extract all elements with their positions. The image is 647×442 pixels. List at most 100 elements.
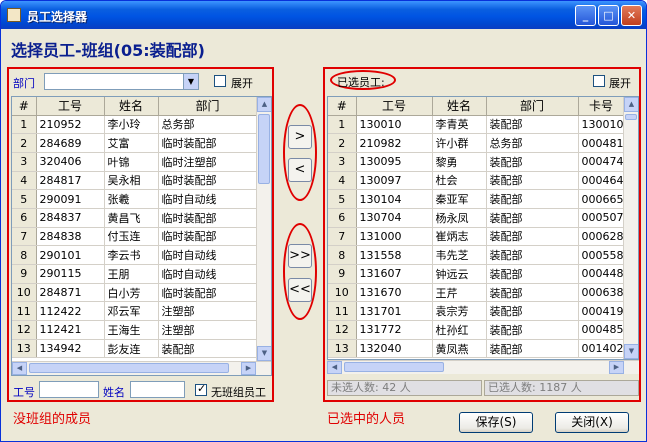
table-cell: 黎勇 <box>432 152 487 172</box>
scroll-up-icon[interactable]: ▲ <box>624 97 638 112</box>
table-cell: 130010 <box>578 115 625 135</box>
table-cell: 白小芳 <box>104 283 159 303</box>
table-cell: 130104 <box>356 189 433 209</box>
table-row[interactable]: 5 130104 秦亚军 装配部 000665 <box>328 189 625 209</box>
table-row[interactable]: 1 210952 李小玲 总务部 <box>12 115 258 135</box>
right-vertical-scrollbar[interactable]: ▲ ▼ <box>623 97 638 359</box>
table-row[interactable]: 2 284689 艾富 临时装配部 <box>12 133 258 153</box>
table-cell: 131701 <box>356 301 433 322</box>
scroll-thumb[interactable] <box>344 362 444 372</box>
row-number: 3 <box>328 152 357 172</box>
scroll-left-icon[interactable]: ◀ <box>327 361 342 374</box>
col-header[interactable]: 卡号 <box>578 97 625 116</box>
table-cell: 临时自动线 <box>158 264 258 284</box>
table-row[interactable]: 9 290115 王朋 临时自动线 <box>12 264 258 284</box>
table-row[interactable]: 4 130097 杜会 装配部 000464 <box>328 171 625 191</box>
left-horizontal-scrollbar[interactable]: ◀ ▶ <box>12 361 271 375</box>
table-row[interactable]: 4 284817 吴永相 临时装配部 <box>12 171 258 191</box>
col-header[interactable]: 部门 <box>486 97 579 116</box>
minimize-button[interactable]: _ <box>575 5 596 26</box>
table-row[interactable]: 10 284871 白小芳 临时装配部 <box>12 283 258 303</box>
col-header[interactable]: 部门 <box>158 97 258 116</box>
table-row[interactable]: 8 131558 韦先芝 装配部 000558 <box>328 245 625 265</box>
table-cell: 装配部 <box>486 152 579 172</box>
table-cell: 注塑部 <box>158 320 258 340</box>
table-cell: 总务部 <box>486 133 579 153</box>
table-row[interactable]: 5 290091 张羲 临时自动线 <box>12 189 258 209</box>
minimize-icon: _ <box>582 9 589 22</box>
table-cell: 总务部 <box>158 115 258 135</box>
table-row[interactable]: 12 131772 杜孙红 装配部 000485 <box>328 320 625 340</box>
table-row[interactable]: 12 112421 王海生 注塑部 <box>12 320 258 340</box>
remove-all-button[interactable]: << <box>288 278 312 302</box>
col-header[interactable]: 工号 <box>356 97 433 116</box>
table-row[interactable]: 6 130704 杨永凤 装配部 000507 <box>328 208 625 228</box>
table-row[interactable]: 3 130095 黎勇 装配部 000474 <box>328 152 625 172</box>
table-cell: 000628 <box>578 227 625 247</box>
table-row[interactable]: 7 284838 付玉连 临时装配部 <box>12 227 258 247</box>
row-number: 1 <box>328 115 357 135</box>
left-expand-checkbox[interactable] <box>214 75 226 87</box>
left-employee-table[interactable]: # 工号 姓名 部门 1 210952 李小玲 总务部 2 284689 艾富 临时装配部 3 3… <box>11 96 272 376</box>
row-number: 7 <box>12 227 37 247</box>
table-cell: 290115 <box>36 264 105 284</box>
close-window-button[interactable]: ✕ <box>621 5 642 26</box>
table-row[interactable]: 9 131607 钟远云 装配部 000448 <box>328 264 625 284</box>
scroll-right-icon[interactable]: ▶ <box>609 361 624 374</box>
table-row[interactable]: 7 131000 崔炳志 装配部 000628 <box>328 227 625 247</box>
table-cell: 130704 <box>356 208 433 228</box>
col-header[interactable]: 姓名 <box>104 97 159 116</box>
table-cell: 131607 <box>356 264 433 284</box>
table-row[interactable]: 13 132040 黄凤燕 装配部 001402 <box>328 339 625 359</box>
table-row[interactable]: 11 131701 袁宗芳 装配部 000419 <box>328 301 625 322</box>
table-row[interactable]: 1 130010 李青英 装配部 130010 <box>328 115 625 135</box>
table-row[interactable]: 3 320406 叶锦 临时注塑部 <box>12 152 258 172</box>
right-horizontal-scrollbar[interactable]: ◀ ▶ <box>327 360 639 374</box>
row-number: 4 <box>328 171 357 191</box>
scroll-left-icon[interactable]: ◀ <box>12 362 27 375</box>
scroll-right-icon[interactable]: ▶ <box>241 362 256 375</box>
scroll-thumb[interactable] <box>625 114 637 120</box>
employee-selector-window: 员工选择器 _ □ ✕ 选择员工-班组(05:装配部) 部门 ▼ 展开 # 工号… <box>0 0 647 442</box>
left-vertical-scrollbar[interactable]: ▲ ▼ <box>256 97 271 361</box>
right-employee-table[interactable]: # 工号 姓名 部门 卡号 1 130010 李青英 装配部 130010 2 210982… <box>327 96 639 360</box>
table-row[interactable]: 6 284837 黄昌飞 临时装配部 <box>12 208 258 228</box>
row-number: 6 <box>12 208 37 228</box>
scroll-thumb[interactable] <box>29 363 229 373</box>
table-row[interactable]: 10 131670 王芹 装配部 000638 <box>328 283 625 303</box>
add-all-button[interactable]: >> <box>288 244 312 268</box>
table-cell: 000481 <box>578 133 625 153</box>
close-button[interactable]: 关闭(X) <box>555 412 629 433</box>
remove-one-button[interactable]: < <box>288 158 312 182</box>
dept-select[interactable]: ▼ <box>44 73 199 90</box>
table-cell: 320406 <box>36 152 105 172</box>
chevron-down-icon[interactable]: ▼ <box>183 74 198 89</box>
dept-label: 部门 <box>13 77 35 90</box>
table-cell: 000558 <box>578 245 625 265</box>
col-header[interactable]: 姓名 <box>432 97 487 116</box>
add-one-button[interactable]: > <box>288 125 312 149</box>
col-header[interactable]: # <box>328 97 357 116</box>
scroll-thumb[interactable] <box>258 114 270 184</box>
right-expand-checkbox[interactable] <box>593 75 605 87</box>
save-button[interactable]: 保存(S) <box>459 412 533 433</box>
table-cell: 131000 <box>356 227 433 247</box>
table-row[interactable]: 2 210982 许小群 总务部 000481 <box>328 133 625 153</box>
table-cell: 韦先芝 <box>432 245 487 265</box>
table-row[interactable]: 13 134942 彭友连 装配部 <box>12 339 258 359</box>
no-team-checkbox[interactable] <box>195 382 207 396</box>
name-filter-input[interactable] <box>130 381 185 398</box>
col-header[interactable]: # <box>12 97 37 116</box>
title-bar[interactable]: 员工选择器 _ □ ✕ <box>1 1 646 29</box>
table-cell: 李小玲 <box>104 115 159 135</box>
table-row[interactable]: 8 290101 李云书 临时自动线 <box>12 245 258 265</box>
scroll-down-icon[interactable]: ▼ <box>257 346 271 361</box>
table-row[interactable]: 11 112422 邓云军 注塑部 <box>12 301 258 322</box>
row-number: 11 <box>12 301 37 322</box>
col-header[interactable]: 工号 <box>36 97 105 116</box>
maximize-button[interactable]: □ <box>598 5 619 26</box>
id-filter-input[interactable] <box>39 381 99 398</box>
scroll-down-icon[interactable]: ▼ <box>624 344 638 359</box>
scroll-up-icon[interactable]: ▲ <box>257 97 271 112</box>
table-cell: 秦亚军 <box>432 189 487 209</box>
